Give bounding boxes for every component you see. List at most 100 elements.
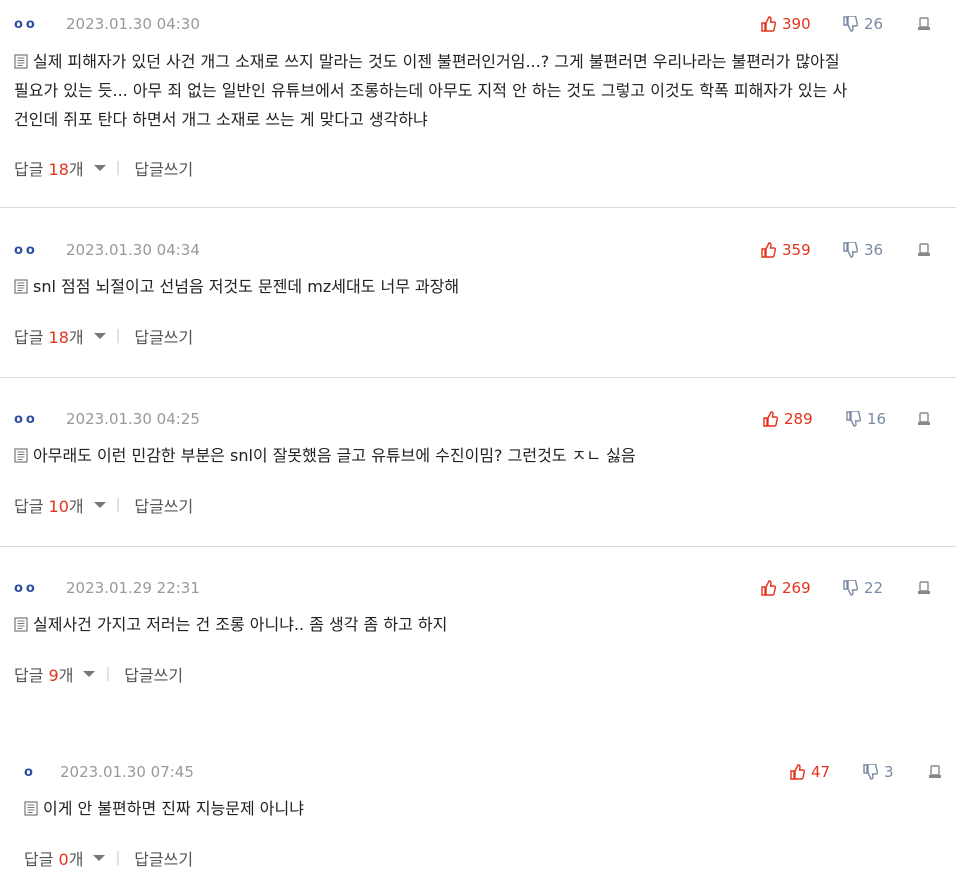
like-button[interactable]: 390 bbox=[760, 12, 811, 36]
thumbs-down-icon bbox=[846, 411, 861, 427]
divider bbox=[0, 546, 956, 547]
report-icon bbox=[929, 765, 941, 778]
comment-text: snl 점점 뇌절이고 선넘음 저것도 문젠데 mz세대도 너무 과장해 bbox=[14, 272, 459, 301]
reply-unit: 개 bbox=[68, 850, 84, 869]
reply-bar: 답글 9개 | 답글쓰기 bbox=[14, 662, 183, 686]
like-button[interactable]: 269 bbox=[760, 576, 811, 600]
thumbs-down-icon bbox=[843, 242, 858, 258]
report-icon bbox=[918, 581, 930, 594]
report-icon bbox=[918, 243, 930, 256]
thumbs-up-icon bbox=[761, 242, 776, 258]
dislike-button[interactable]: 22 bbox=[842, 576, 883, 600]
like-button[interactable]: 289 bbox=[762, 407, 813, 431]
like-count: 269 bbox=[782, 579, 811, 597]
like-button[interactable]: 47 bbox=[789, 760, 830, 784]
comment-meta: oo 2023.01.30 04:30 bbox=[14, 12, 200, 36]
like-count: 47 bbox=[811, 763, 831, 781]
reply-label: 답글 bbox=[14, 497, 44, 516]
divider: | bbox=[115, 497, 121, 513]
comment-text-line: 실제 피해자가 있던 사건 개그 소재로 쓰지 말라는 것도 이젠 불편러인거임… bbox=[33, 52, 840, 71]
reply-bar: 답글 0개 | 답글쓰기 bbox=[24, 846, 193, 870]
dislike-count: 22 bbox=[864, 579, 884, 597]
report-button[interactable] bbox=[916, 407, 938, 431]
comment-date: 2023.01.30 07:45 bbox=[60, 763, 194, 781]
report-button[interactable] bbox=[916, 12, 938, 36]
report-icon bbox=[918, 17, 930, 30]
reply-count: 10 bbox=[48, 497, 69, 516]
chevron-down-icon[interactable] bbox=[93, 165, 106, 171]
report-icon bbox=[918, 412, 930, 425]
comment-date: 2023.01.30 04:25 bbox=[66, 410, 200, 428]
divider: | bbox=[115, 328, 121, 344]
comment-meta: oo 2023.01.30 04:25 bbox=[14, 407, 200, 431]
chevron-down-icon[interactable] bbox=[93, 333, 106, 339]
comment-text: 실제사건 가지고 저러는 건 조롱 아니냐.. 좀 생각 좀 하고 하지 bbox=[14, 610, 447, 639]
reply-label: 답글 bbox=[14, 160, 44, 179]
write-reply-link[interactable]: 답글쓰기 bbox=[124, 662, 183, 686]
comment-date: 2023.01.30 04:34 bbox=[66, 241, 200, 259]
write-reply-link[interactable]: 답글쓰기 bbox=[134, 324, 193, 348]
dislike-count: 36 bbox=[864, 241, 884, 259]
divider: | bbox=[115, 850, 121, 866]
document-icon bbox=[14, 448, 28, 463]
thumbs-down-icon bbox=[863, 764, 878, 780]
thumbs-up-icon bbox=[761, 580, 776, 596]
comment-text-line: snl 점점 뇌절이고 선넘음 저것도 문젠데 mz세대도 너무 과장해 bbox=[33, 277, 460, 296]
comment-text-line: 건인데 쥐포 탄다 하면서 개그 소재로 쓰는 게 맞다고 생각하냐 bbox=[14, 110, 428, 129]
comment-text-line: 실제사건 가지고 저러는 건 조롱 아니냐.. 좀 생각 좀 하고 하지 bbox=[33, 615, 448, 634]
user-marker: oo bbox=[14, 16, 38, 32]
reply-toggle[interactable]: 답글 18개 bbox=[14, 324, 84, 348]
reply-toggle[interactable]: 답글 9개 bbox=[14, 662, 73, 686]
write-reply-link[interactable]: 답글쓰기 bbox=[134, 493, 193, 517]
chevron-down-icon[interactable] bbox=[83, 671, 96, 677]
reply-unit: 개 bbox=[68, 328, 84, 347]
thumbs-up-icon bbox=[790, 764, 805, 780]
reply-bar: 답글 10개 | 답글쓰기 bbox=[14, 493, 193, 517]
dislike-button[interactable]: 36 bbox=[842, 238, 883, 262]
divider: | bbox=[105, 666, 111, 682]
thumbs-down-icon bbox=[843, 580, 858, 596]
reply-bar: 답글 18개 | 답글쓰기 bbox=[14, 156, 193, 180]
comment-text: 실제 피해자가 있던 사건 개그 소재로 쓰지 말라는 것도 이젠 불편러인거임… bbox=[14, 47, 847, 134]
divider bbox=[0, 377, 956, 378]
reply-bar: 답글 18개 | 답글쓰기 bbox=[14, 324, 193, 348]
report-button[interactable] bbox=[927, 760, 949, 784]
comment-date: 2023.01.29 22:31 bbox=[66, 579, 200, 597]
reply-count: 0 bbox=[58, 850, 69, 869]
report-button[interactable] bbox=[916, 576, 938, 600]
reply-unit: 개 bbox=[68, 497, 84, 516]
thumbs-up-icon bbox=[761, 16, 776, 32]
chevron-down-icon[interactable] bbox=[93, 502, 106, 508]
dislike-count: 3 bbox=[884, 763, 894, 781]
dislike-button[interactable]: 3 bbox=[862, 760, 894, 784]
like-button[interactable]: 359 bbox=[760, 238, 811, 262]
write-reply-link[interactable]: 답글쓰기 bbox=[134, 156, 193, 180]
document-icon bbox=[14, 54, 28, 69]
reply-toggle[interactable]: 답글 0개 bbox=[24, 846, 83, 870]
dislike-count: 16 bbox=[867, 410, 887, 428]
comment-text-line: 아무래도 이런 민감한 부분은 snl이 잘못했음 글고 유튜브에 수진이밈? … bbox=[33, 446, 636, 465]
comment-text-line: 이게 안 불편하면 진짜 지능문제 아니냐 bbox=[43, 799, 304, 818]
comment-text: 이게 안 불편하면 진짜 지능문제 아니냐 bbox=[24, 794, 304, 823]
document-icon bbox=[14, 617, 28, 632]
reply-unit: 개 bbox=[58, 666, 74, 685]
dislike-button[interactable]: 16 bbox=[845, 407, 886, 431]
comment-meta: oo 2023.01.29 22:31 bbox=[14, 576, 200, 600]
document-icon bbox=[24, 801, 38, 816]
document-icon bbox=[14, 279, 28, 294]
reply-toggle[interactable]: 답글 10개 bbox=[14, 493, 84, 517]
reply-label: 답글 bbox=[14, 328, 44, 347]
user-marker: oo bbox=[14, 580, 38, 596]
divider bbox=[0, 207, 956, 208]
reply-toggle[interactable]: 답글 18개 bbox=[14, 156, 84, 180]
like-count: 359 bbox=[782, 241, 811, 259]
comment-date: 2023.01.30 04:30 bbox=[66, 15, 200, 33]
chevron-down-icon[interactable] bbox=[93, 855, 106, 861]
like-count: 390 bbox=[782, 15, 811, 33]
reply-count: 18 bbox=[48, 160, 69, 179]
write-reply-link[interactable]: 답글쓰기 bbox=[134, 846, 193, 870]
dislike-button[interactable]: 26 bbox=[842, 12, 883, 36]
report-button[interactable] bbox=[916, 238, 938, 262]
reply-count: 9 bbox=[48, 666, 59, 685]
comment-meta: o 2023.01.30 07:45 bbox=[24, 760, 194, 784]
